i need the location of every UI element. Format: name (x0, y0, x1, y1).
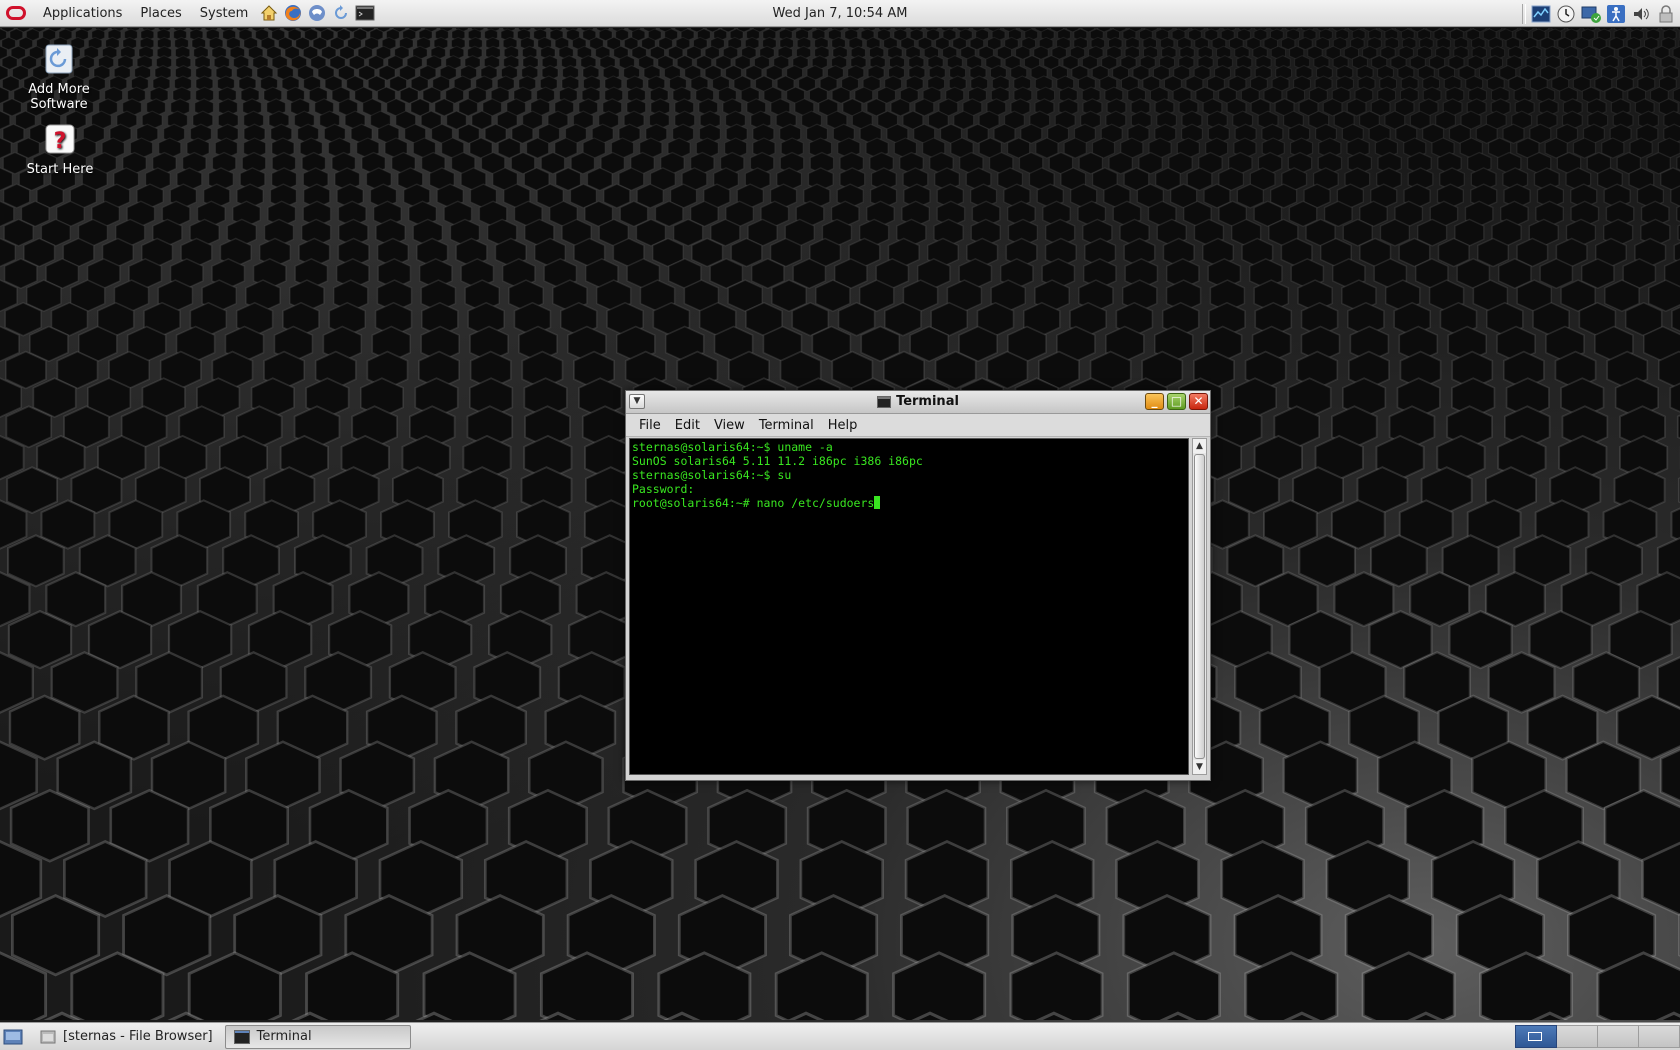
applications-menu[interactable]: Applications (34, 6, 131, 21)
terminal-line: sternas@solaris64:~$ su (632, 468, 792, 482)
terminal-line: SunOS solaris64 5.11 11.2 i86pc i386 i86… (632, 454, 923, 468)
workspace-3[interactable] (1597, 1025, 1639, 1048)
volume-icon[interactable] (1630, 3, 1652, 25)
help-icon: ? (42, 122, 78, 158)
system-monitor-icon[interactable] (1530, 3, 1552, 25)
menu-file[interactable]: File (632, 418, 668, 433)
taskbar-item-terminal[interactable]: Terminal (224, 1024, 411, 1049)
close-button[interactable]: ✕ (1189, 393, 1208, 410)
terminal-line: sternas@solaris64:~$ uname -a (632, 440, 833, 454)
scroll-up-arrow-icon[interactable]: ▲ (1193, 439, 1206, 453)
menu-view[interactable]: View (707, 418, 752, 433)
terminal-prompt-line: root@solaris64:~# nano /etc/sudoers (632, 496, 1186, 510)
maximize-button[interactable]: □ (1167, 393, 1186, 410)
window-title: Terminal (896, 394, 959, 409)
update-icon[interactable] (331, 3, 351, 23)
firefox-icon[interactable] (283, 3, 303, 23)
menu-help[interactable]: Help (821, 418, 865, 433)
text-cursor (874, 496, 881, 509)
scroll-down-arrow-icon[interactable]: ▼ (1193, 760, 1206, 774)
desktop-icon-add-more-software[interactable]: Add More Software (9, 42, 109, 112)
desktop-icon-start-here[interactable]: ? Start Here (10, 122, 110, 177)
terminal-icon (233, 1029, 250, 1044)
svg-text:?: ? (54, 129, 67, 154)
terminal-output[interactable]: sternas@solaris64:~$ uname -a SunOS sola… (629, 438, 1189, 775)
desktop-icon-label: Software (30, 97, 88, 112)
taskbar-item-file-browser[interactable]: [sternas - File Browser] (32, 1025, 221, 1049)
panel-clock[interactable]: Wed Jan 7, 10:54 AM (773, 6, 908, 21)
desktop-icon-label: Add More (28, 82, 90, 97)
terminal-icon[interactable] (355, 3, 375, 23)
workspace-4[interactable] (1638, 1025, 1680, 1048)
terminal-window[interactable]: ▼ Terminal _ □ ✕ File Edit View Terminal… (625, 390, 1211, 781)
menu-terminal[interactable]: Terminal (752, 418, 821, 433)
show-desktop-icon[interactable] (2, 1027, 24, 1047)
clock-icon[interactable] (1555, 3, 1577, 25)
terminal-scrollbar[interactable]: ▲ ▼ (1192, 438, 1207, 775)
package-add-icon (41, 42, 77, 78)
network-icon[interactable] (1580, 3, 1602, 25)
window-titlebar[interactable]: ▼ Terminal _ □ ✕ (626, 391, 1210, 414)
tray-separator (1522, 3, 1526, 24)
terminal-line: Password: (632, 482, 695, 496)
terminal-icon (877, 395, 892, 408)
file-browser-icon (40, 1030, 56, 1043)
home-icon[interactable] (259, 3, 279, 23)
top-panel: Applications Places System Wed Jan 7, 10… (0, 0, 1680, 27)
places-menu[interactable]: Places (131, 6, 190, 21)
notification-area (1522, 0, 1680, 27)
mail-icon[interactable] (307, 3, 327, 23)
taskbar-item-label: Terminal (256, 1029, 312, 1044)
workspace-2[interactable] (1556, 1025, 1598, 1048)
minimize-button[interactable]: _ (1145, 393, 1164, 410)
menu-edit[interactable]: Edit (668, 418, 707, 433)
lock-icon[interactable] (1655, 3, 1677, 25)
bottom-panel: [sternas - File Browser] Terminal (0, 1022, 1680, 1050)
accessibility-icon[interactable] (1605, 3, 1627, 25)
scrollbar-thumb[interactable] (1194, 454, 1205, 759)
terminal-menubar: File Edit View Terminal Help (626, 414, 1210, 437)
oracle-logo-icon[interactable] (6, 6, 26, 20)
system-menu[interactable]: System (191, 6, 257, 21)
workspace-switcher (1515, 1025, 1680, 1048)
taskbar-item-label: [sternas - File Browser] (63, 1029, 213, 1044)
desktop-icon-label: Start Here (26, 162, 94, 177)
workspace-1[interactable] (1515, 1025, 1557, 1048)
terminal-line: root@solaris64:~# nano /etc/sudoers (632, 496, 875, 510)
